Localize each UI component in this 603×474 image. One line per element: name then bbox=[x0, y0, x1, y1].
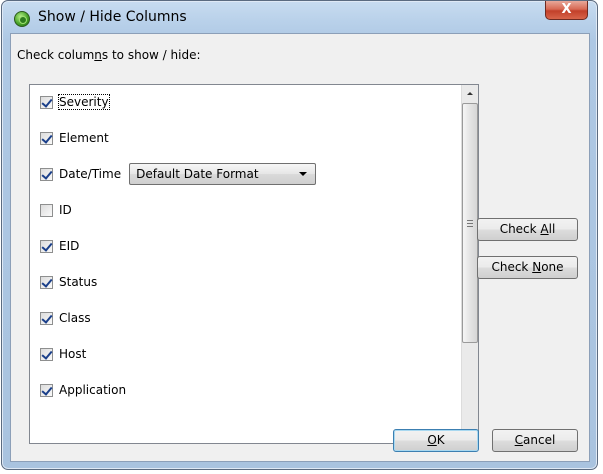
severity-label: Severity bbox=[58, 94, 110, 110]
column-row-host[interactable]: Host bbox=[40, 343, 455, 365]
app-icon bbox=[14, 11, 30, 27]
columns-prompt-label: Check columns to show / hide: bbox=[17, 48, 201, 62]
vertical-scrollbar[interactable] bbox=[461, 85, 478, 443]
eid-label: EID bbox=[59, 239, 80, 253]
element-label: Element bbox=[59, 131, 109, 145]
status-label: Status bbox=[59, 275, 98, 289]
host-checkbox[interactable] bbox=[40, 347, 53, 361]
title-bar[interactable]: Show / Hide Columns X bbox=[2, 1, 597, 33]
grip-line bbox=[467, 220, 473, 221]
status-checkbox[interactable] bbox=[40, 275, 53, 289]
id-label: ID bbox=[59, 203, 72, 217]
element-checkbox[interactable] bbox=[40, 131, 53, 145]
cancel-button[interactable]: Cancel bbox=[492, 429, 578, 452]
scroll-up-arrow-icon[interactable] bbox=[462, 85, 478, 102]
column-row-class[interactable]: Class bbox=[40, 307, 455, 329]
column-row-severity[interactable]: Severity bbox=[40, 91, 455, 113]
column-row-element[interactable]: Element bbox=[40, 127, 455, 149]
host-label: Host bbox=[59, 347, 87, 361]
datetime-label: Date/Time bbox=[59, 167, 122, 181]
ok-button[interactable]: OK bbox=[393, 429, 479, 452]
application-checkbox[interactable] bbox=[40, 383, 53, 397]
application-label: Application bbox=[59, 383, 127, 397]
column-row-id[interactable]: ID bbox=[40, 199, 455, 221]
chevron-down-icon bbox=[299, 172, 308, 176]
class-label: Class bbox=[59, 311, 91, 325]
window-title: Show / Hide Columns bbox=[38, 9, 187, 25]
columns-list: Severity Element Date/Time Default Date … bbox=[30, 85, 460, 443]
dialog-window: Show / Hide Columns X Check columns to s… bbox=[1, 0, 598, 470]
grip-line bbox=[467, 226, 473, 227]
check-none-button[interactable]: Check None bbox=[477, 256, 578, 279]
class-checkbox[interactable] bbox=[40, 311, 53, 325]
grip-line bbox=[467, 223, 473, 224]
scrollbar-thumb[interactable] bbox=[462, 103, 478, 343]
date-format-value: Default Date Format bbox=[136, 167, 259, 181]
column-row-application[interactable]: Application bbox=[40, 379, 455, 401]
eid-checkbox[interactable] bbox=[40, 239, 53, 253]
date-format-select[interactable]: Default Date Format bbox=[129, 163, 317, 185]
columns-listbox[interactable]: Severity Element Date/Time Default Date … bbox=[29, 84, 479, 444]
id-checkbox[interactable] bbox=[40, 203, 53, 217]
datetime-checkbox[interactable] bbox=[40, 167, 53, 181]
check-all-button[interactable]: Check All bbox=[477, 218, 578, 241]
close-button[interactable]: X bbox=[545, 1, 588, 20]
column-row-datetime[interactable]: Date/Time Default Date Format bbox=[40, 163, 455, 185]
close-icon: X bbox=[561, 2, 572, 17]
column-row-status[interactable]: Status bbox=[40, 271, 455, 293]
severity-checkbox[interactable] bbox=[40, 95, 53, 109]
dialog-client-area: Check columns to show / hide: Severity E… bbox=[10, 33, 590, 462]
column-row-eid[interactable]: EID bbox=[40, 235, 455, 257]
